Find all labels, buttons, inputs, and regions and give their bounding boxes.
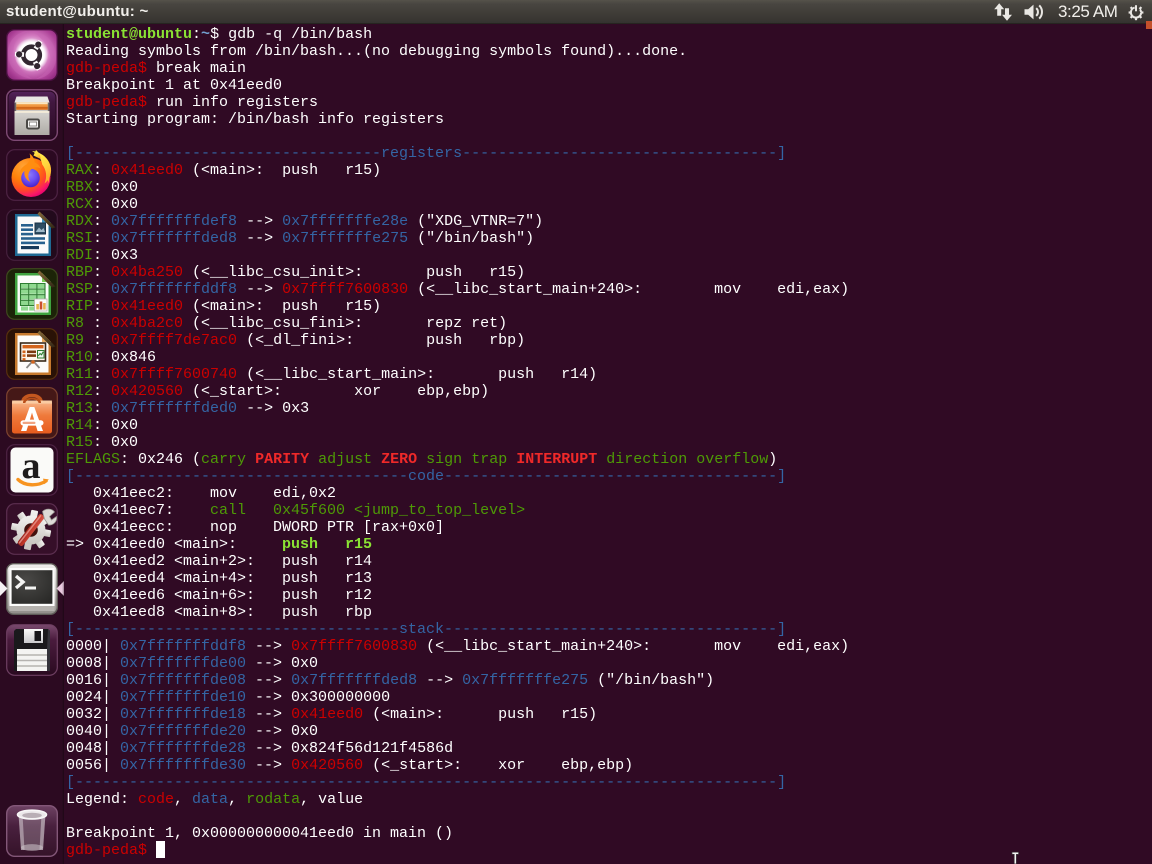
svg-text:a: a	[22, 445, 41, 487]
